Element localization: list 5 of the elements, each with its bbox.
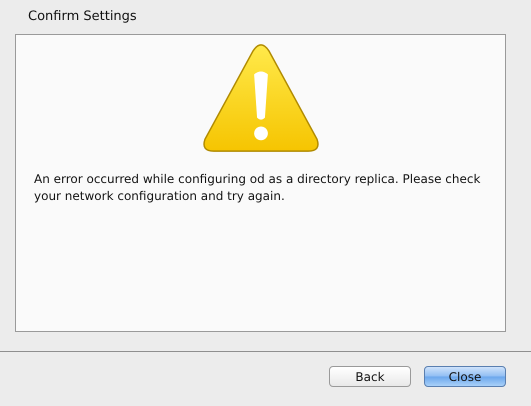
close-button[interactable]: Close (424, 366, 506, 387)
error-message: An error occurred while configuring od as a directory replica. Please check your network configuration and try again. (34, 171, 482, 205)
back-button[interactable]: Back (329, 366, 411, 387)
warning-icon (202, 42, 320, 154)
window-title: Confirm Settings (27, 8, 138, 26)
